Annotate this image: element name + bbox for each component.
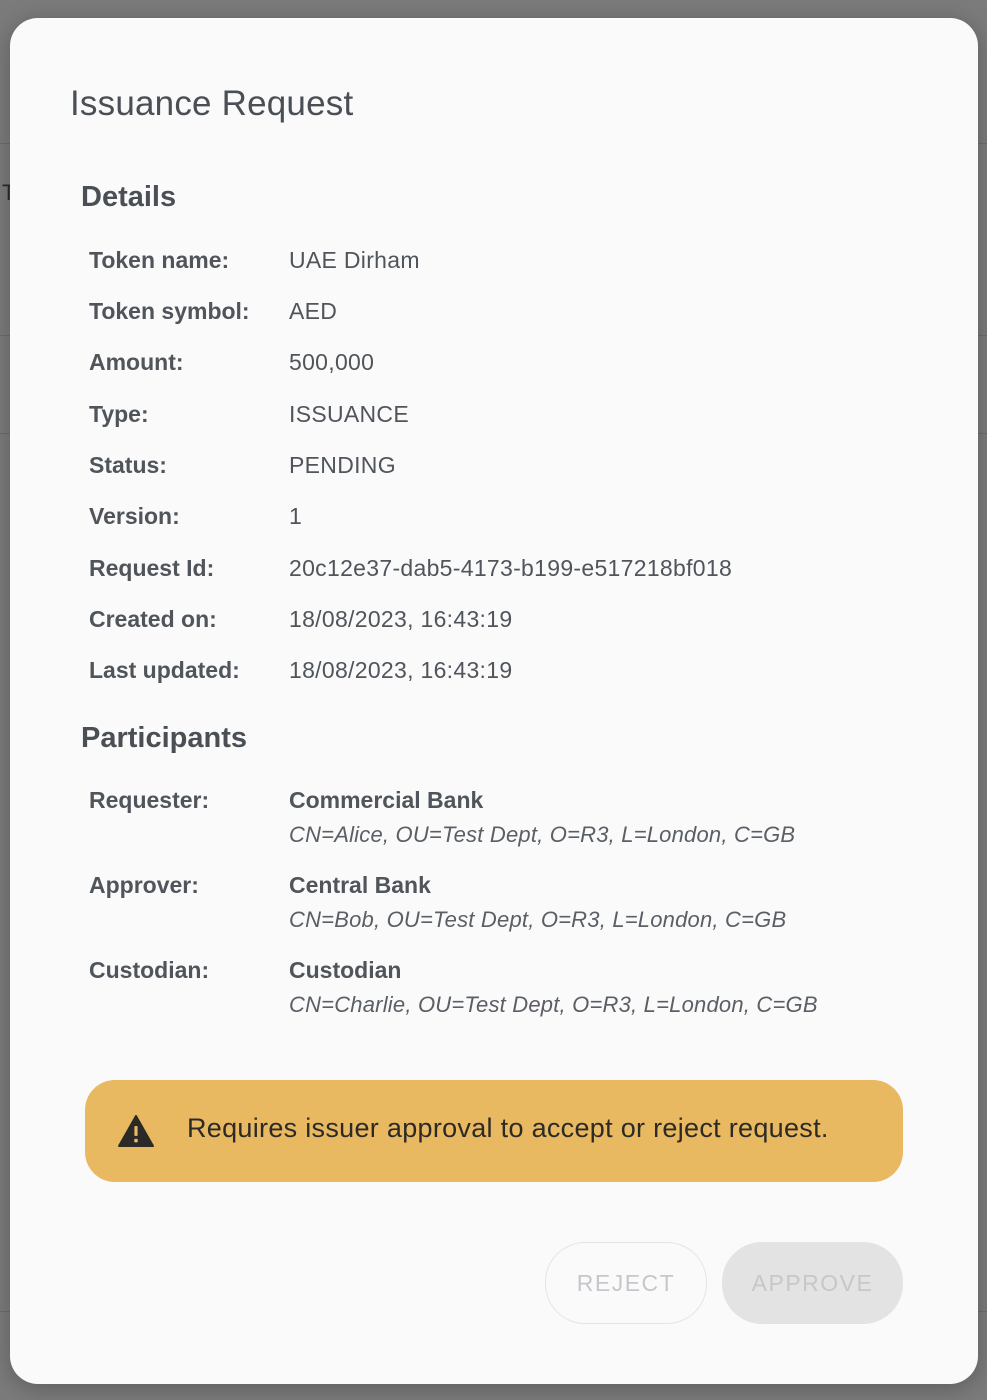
alert-message: Requires issuer approval to accept or re… bbox=[187, 1113, 829, 1143]
details-heading: Details bbox=[81, 181, 177, 213]
participant-distinguished-name: CN=Charlie, OU=Test Dept, O=R3, L=London… bbox=[289, 992, 818, 1017]
detail-value: PENDING bbox=[289, 452, 396, 478]
detail-row-status: Status: PENDING bbox=[89, 452, 949, 492]
detail-row-token-name: Token name: UAE Dirham bbox=[89, 247, 949, 287]
reject-button[interactable]: REJECT bbox=[545, 1242, 707, 1324]
participant-name: Commercial Bank bbox=[289, 787, 484, 813]
participant-row-approver: Approver: Central Bank CN=Bob, OU=Test D… bbox=[89, 872, 949, 947]
warning-icon bbox=[118, 1115, 154, 1147]
detail-value: 20c12e37-dab5-4173-b199-e517218bf018 bbox=[289, 555, 733, 581]
participant-name: Custodian bbox=[289, 957, 402, 983]
dialog-title: Issuance Request bbox=[70, 84, 354, 123]
detail-row-created-on: Created on: 18/08/2023, 16:43:19 bbox=[89, 606, 949, 646]
detail-label: Request Id: bbox=[89, 555, 215, 581]
detail-row-type: Type: ISSUANCE bbox=[89, 401, 949, 441]
approval-warning-alert: Requires issuer approval to accept or re… bbox=[85, 1080, 903, 1182]
participant-distinguished-name: CN=Alice, OU=Test Dept, O=R3, L=London, … bbox=[289, 822, 796, 847]
detail-label: Last updated: bbox=[89, 657, 240, 683]
detail-value: 500,000 bbox=[289, 349, 375, 375]
participant-distinguished-name: CN=Bob, OU=Test Dept, O=R3, L=London, C=… bbox=[289, 907, 787, 932]
detail-value: UAE Dirham bbox=[289, 247, 420, 273]
participant-row-custodian: Custodian: Custodian CN=Charlie, OU=Test… bbox=[89, 957, 949, 1032]
detail-row-request-id: Request Id: 20c12e37-dab5-4173-b199-e517… bbox=[89, 555, 949, 595]
participant-label: Requester: bbox=[89, 787, 210, 813]
detail-label: Amount: bbox=[89, 349, 184, 375]
detail-label: Token name: bbox=[89, 247, 230, 273]
detail-row-version: Version: 1 bbox=[89, 503, 949, 543]
detail-row-last-updated: Last updated: 18/08/2023, 16:43:19 bbox=[89, 657, 949, 697]
participant-name: Central Bank bbox=[289, 872, 431, 898]
detail-value: ISSUANCE bbox=[289, 401, 409, 427]
detail-value: 1 bbox=[289, 503, 303, 529]
participants-heading: Participants bbox=[81, 722, 247, 754]
participant-label: Custodian: bbox=[89, 957, 210, 983]
detail-label: Version: bbox=[89, 503, 180, 529]
detail-label: Token symbol: bbox=[89, 298, 250, 324]
detail-label: Status: bbox=[89, 452, 167, 478]
detail-value: AED bbox=[289, 298, 338, 324]
issuance-request-dialog: Issuance Request Details Token name: UAE… bbox=[10, 18, 978, 1384]
detail-value: 18/08/2023, 16:43:19 bbox=[289, 657, 513, 683]
detail-value: 18/08/2023, 16:43:19 bbox=[289, 606, 513, 632]
participant-label: Approver: bbox=[89, 872, 199, 898]
detail-row-token-symbol: Token symbol: AED bbox=[89, 298, 949, 338]
detail-row-amount: Amount: 500,000 bbox=[89, 349, 949, 389]
participant-row-requester: Requester: Commercial Bank CN=Alice, OU=… bbox=[89, 787, 949, 862]
detail-label: Type: bbox=[89, 401, 149, 427]
detail-label: Created on: bbox=[89, 606, 217, 632]
approve-button[interactable]: APPROVE bbox=[722, 1242, 903, 1324]
